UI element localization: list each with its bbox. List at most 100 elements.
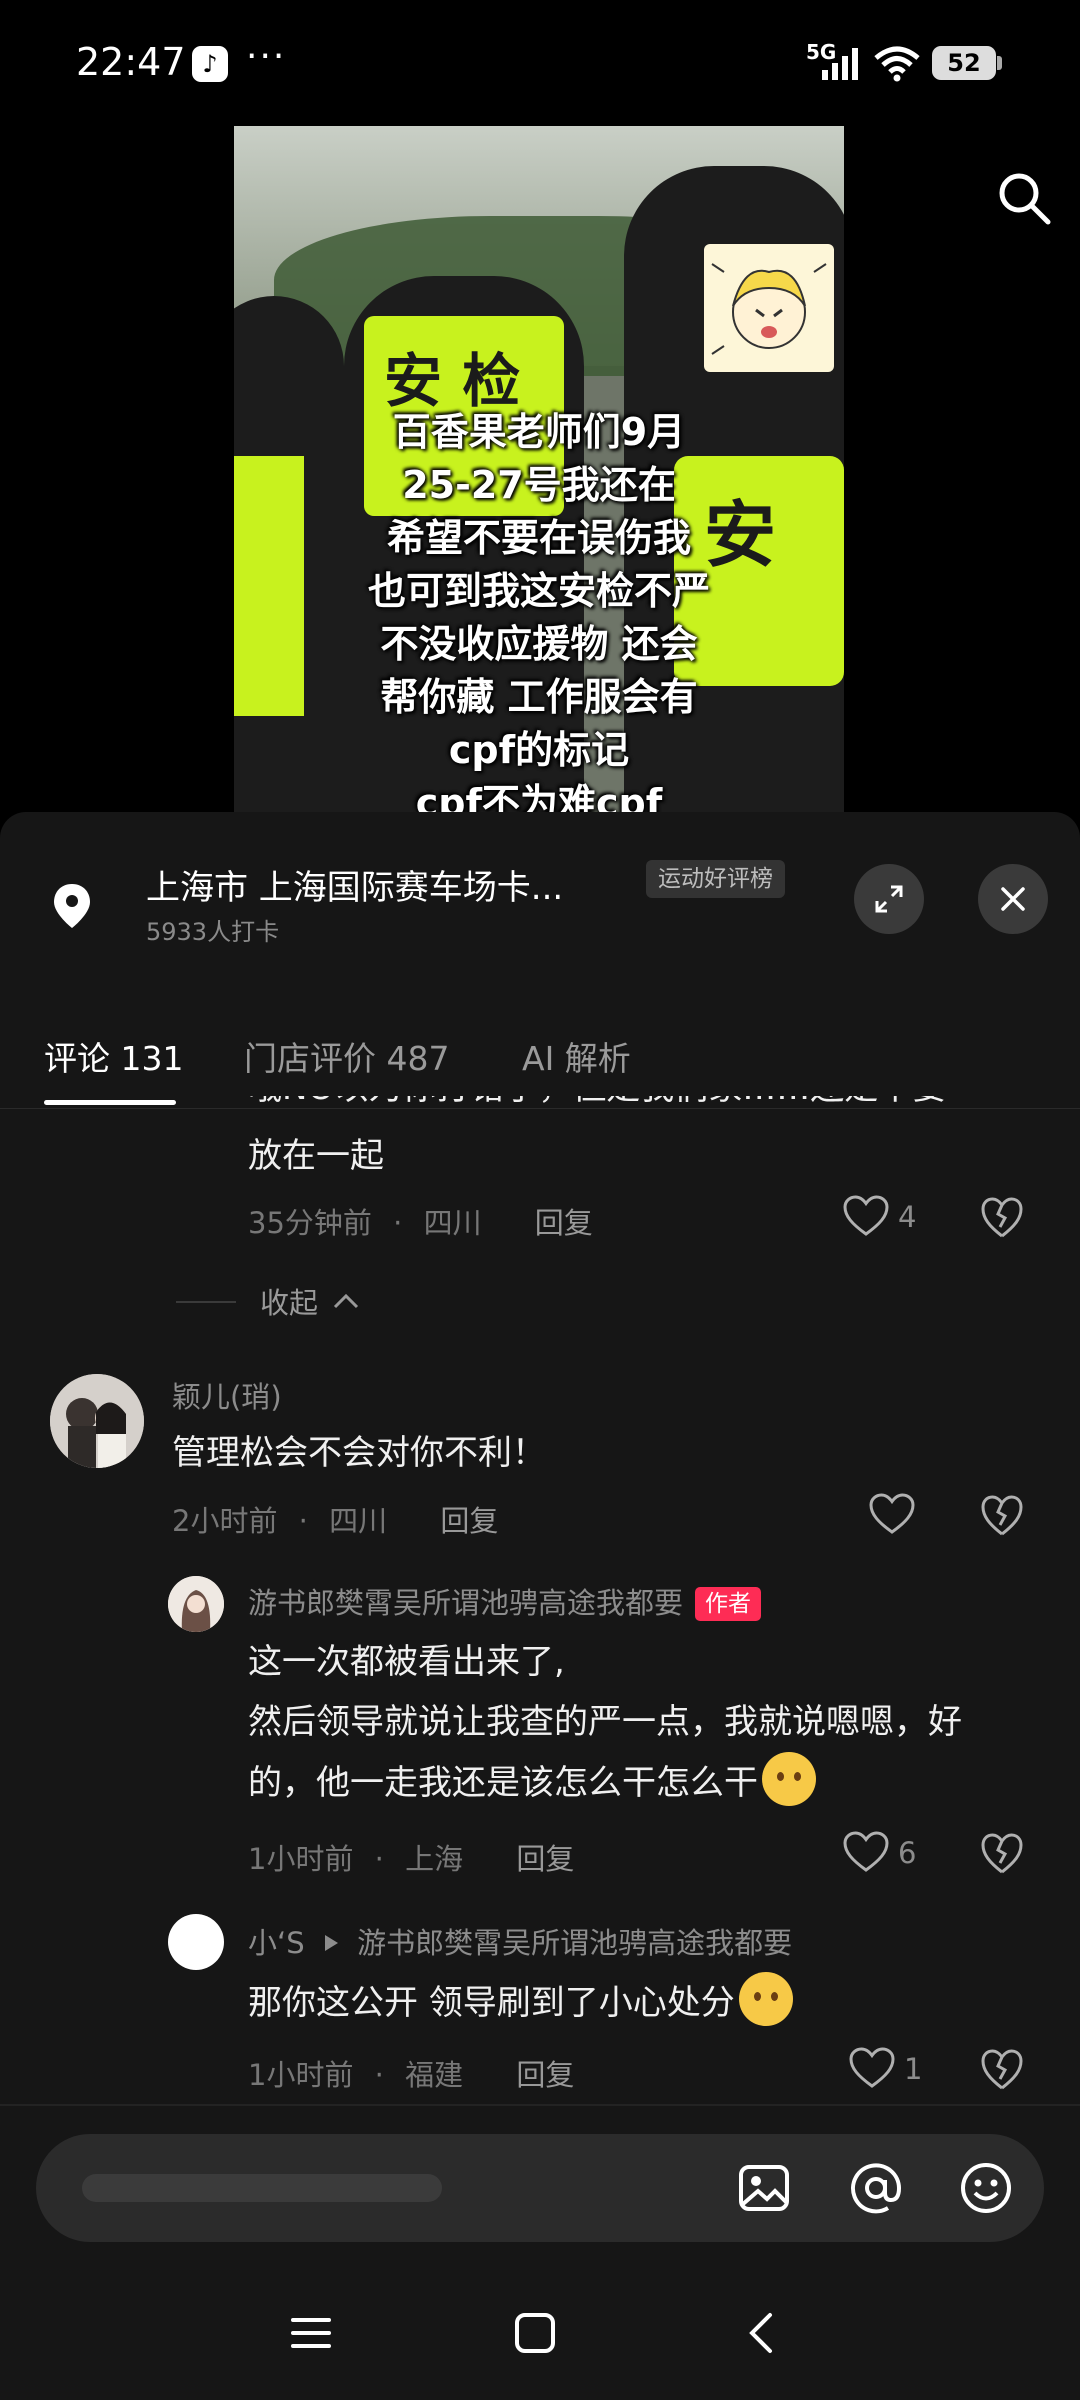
signal-icon [822,48,858,80]
like-count: 6 [898,1836,917,1870]
menu-icon[interactable] [288,2310,334,2356]
tiktok-icon: ♪ [192,46,228,82]
comment-text: 管理松会不会对你不利！ [172,1433,546,1473]
chevron-up-icon [334,1293,359,1309]
reply-button[interactable]: 回复 [516,1842,574,1876]
close-icon [1001,887,1025,911]
location-pin-icon [54,884,90,928]
comment-tabs: 评论 131 门店评价 487 AI 解析 [0,1012,1080,1109]
comment-text-cut: 哦NO以为你打错了，但是我们家……还是不要 [248,1096,946,1116]
video-caption: 百香果老师们9月 25-27号我还在 希望不要在误伤我 也可到我这安检不严 不没… [234,406,844,812]
meta-separator: · [393,1206,403,1240]
avatar-photo-icon [168,1576,224,1632]
caption-line: 百香果老师们9月 [392,410,686,454]
heart-icon[interactable] [868,1492,916,1536]
comment-time: 1小时前 [248,1842,354,1876]
expand-icon [875,885,903,913]
back-icon[interactable] [740,2310,786,2356]
comment-meta: 2小时前 · 四川 回复 [172,1498,498,1540]
comment-meta: 35分钟前 · 四川 回复 [248,1200,593,1242]
comment-region: 上海 [405,1842,464,1876]
divider [0,2104,1080,2106]
comment-line: 的，他一走我还是该怎么干怎么干 [248,1752,962,1813]
avatar[interactable] [50,1374,144,1468]
heart-icon[interactable] [842,1194,890,1238]
comment-meta: 1小时前 · 上海 回复 [248,1836,574,1878]
close-button[interactable] [978,864,1048,934]
broken-heart-icon[interactable] [980,1494,1024,1538]
comment-text: 这一次都被看出来了, 然后领导就说让我查的严一点，我就说嗯嗯，好 的，他一走我还… [248,1632,962,1813]
tab-comments[interactable]: 评论 131 [44,1032,183,1080]
collapse-divider [176,1301,236,1303]
broken-heart-icon[interactable] [980,2048,1024,2092]
input-placeholder-blurred [82,2174,442,2202]
broken-heart-icon[interactable] [980,1832,1024,1876]
caption-line: cpf的标记 [448,728,630,772]
caption-line: 帮你藏 工作服会有 [380,675,698,719]
author-badge: 作者 [695,1587,762,1621]
meta-separator: · [374,1842,384,1876]
thinking-emoji-icon [762,1752,816,1806]
reply-author-name[interactable]: 小‘S [248,1926,305,1960]
reply-to-name[interactable]: 游书郎樊霄吴所谓池骋高途我都要 [357,1926,792,1960]
comment-region: 四川 [329,1504,388,1538]
reply-author-name: 游书郎樊霄吴所谓池骋高途我都要 [248,1586,684,1620]
comment-region: 四川 [423,1206,482,1240]
collapse-replies-button[interactable]: 收起 [260,1280,361,1322]
checkin-count: 5933人打卡 [146,918,280,946]
mention-icon[interactable] [848,2160,904,2216]
comment-time: 35分钟前 [248,1206,372,1240]
reply-arrow-icon [324,1935,338,1951]
comment-text: 那你这公开 领导刷到了小心处分 [248,1972,793,2033]
tab-store-reviews[interactable]: 门店评价 487 [244,1032,449,1080]
comment-meta: 1小时前 · 福建 回复 [248,2052,574,2094]
caption-line: 25-27号我还在 [402,463,676,507]
status-bar: 22:47 ♪ ··· 5G 52 [0,0,1080,120]
system-nav-bar [0,2286,1080,2400]
caption-line: 不没收应援物 还会 [380,622,698,666]
wifi-icon [874,46,920,82]
more-notifications-icon: ··· [246,36,287,77]
location-title[interactable]: 上海市 上海国际赛车场卡... [146,860,563,909]
comment-line-text: 那你这公开 领导刷到了小心处分 [248,1983,735,2023]
ranking-badge[interactable]: 运动好评榜 [646,860,785,898]
like-count: 4 [898,1200,917,1234]
video-player[interactable]: 安 检 安 百香果老师们9月 25-27号我还在 希望不要在误伤我 也可到我这安… [234,126,844,812]
caption-line: 希望不要在误伤我 [386,516,691,560]
emoji-icon[interactable] [958,2160,1014,2216]
collapse-label: 收起 [260,1286,319,1320]
heart-icon[interactable] [842,1830,890,1874]
avatar[interactable] [168,1576,224,1632]
expand-button[interactable] [854,864,924,934]
comment-line: 这一次都被看出来了, [248,1642,565,1682]
comment-line: 然后领导就说让我查的严一点，我就说嗯嗯，好 [248,1702,962,1742]
caption-line: cpf不为难cpf [415,781,663,812]
reply-header: 小‘S 游书郎樊霄吴所谓池骋高途我都要 [248,1920,792,1962]
comment-time: 1小时前 [248,2058,354,2092]
cartoon-girl-icon [711,263,827,355]
broken-heart-icon[interactable] [980,1196,1024,1240]
comment-time: 2小时前 [172,1504,278,1538]
heart-icon[interactable] [848,2046,896,2090]
reply-button[interactable]: 回复 [535,1206,593,1240]
like-count: 1 [904,2052,923,2086]
reply-button[interactable]: 回复 [516,2058,574,2092]
meta-separator: · [374,2058,384,2092]
cartoon-sticker [704,244,834,372]
home-icon[interactable] [512,2310,558,2356]
pleading-emoji-icon [738,1972,793,2026]
caption-line: 也可到我这安检不严 [367,569,710,613]
avatar[interactable] [168,1914,224,1970]
reply-button[interactable]: 回复 [440,1504,498,1538]
avatar-photo-icon [50,1374,144,1468]
tab-ai-analysis[interactable]: AI 解析 [522,1032,631,1080]
image-icon[interactable] [736,2160,792,2216]
search-icon[interactable] [994,168,1054,228]
comment-region: 福建 [405,2058,464,2092]
comment-input[interactable] [36,2134,1044,2242]
author-name[interactable]: 游书郎樊霄吴所谓池骋高途我都要 作者 [248,1580,762,1622]
clock: 22:47 [76,40,186,84]
clipped-text-area: 哦NO以为你打错了，但是我们家……还是不要 [0,1096,1080,1116]
commenter-name[interactable]: 颖儿(琑) [172,1374,282,1416]
meta-separator: · [298,1504,308,1538]
